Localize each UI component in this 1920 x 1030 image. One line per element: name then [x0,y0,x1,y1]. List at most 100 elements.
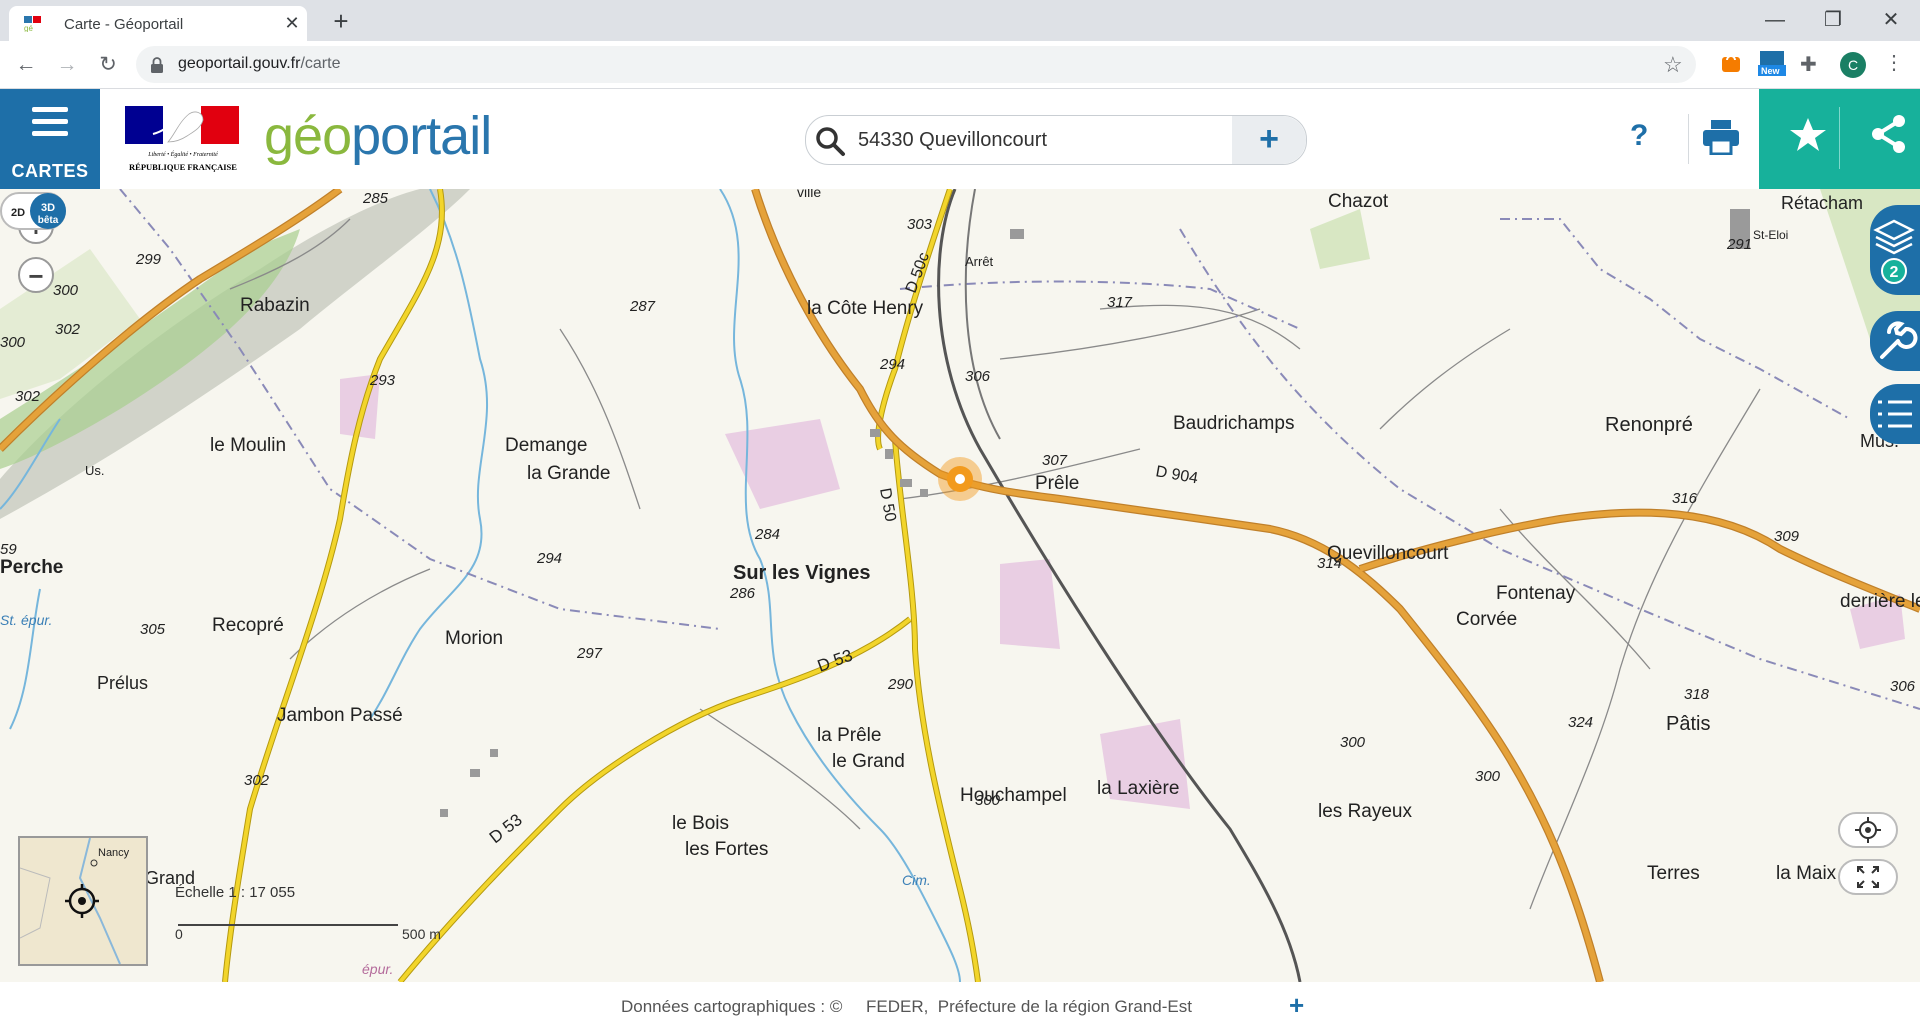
zoom-out-button[interactable]: − [18,257,54,293]
overview-map[interactable]: Nancy [18,836,148,966]
mode-2d-label[interactable]: 2D [11,207,25,219]
place-label: Sur les Vignes [733,562,870,584]
place-label: Demange [505,435,587,456]
elevation-label: 306 [965,368,991,385]
elevation-label: 300 [975,792,1001,809]
place-label: Morion [445,628,503,649]
elevation-label: 291 [1726,236,1752,253]
place-label: épur. [362,961,393,977]
elevation-label: 317 [1107,294,1133,311]
place-label: St. épur. [0,612,52,628]
geolocate-button[interactable] [1838,812,1898,848]
place-label: Rétacham [1781,193,1863,213]
window-close-icon[interactable]: ✕ [1871,5,1911,35]
place-label: Pâtis [1666,713,1710,735]
fullscreen-button[interactable] [1838,859,1898,895]
back-icon[interactable]: ← [12,51,40,79]
restore-icon[interactable]: ❐ [1813,5,1853,35]
road-label: D 50 [876,487,899,523]
road-label: D 53 [486,810,526,847]
new-extension-icon[interactable]: New [1757,49,1787,79]
road-label: D 50c [903,250,933,295]
place-label: le Moulin [210,435,286,456]
place-label: Cim. [902,872,931,888]
profile-avatar[interactable]: C [1840,52,1866,78]
elevation-label: 303 [907,216,933,233]
place-label: Corvée [1456,609,1517,630]
lock-icon [151,57,163,73]
search-box[interactable]: 54330 Quevilloncourt + [805,115,1307,165]
topographic-map[interactable]: Chazot Rétacham Rabazin la Côte Henry Arrêt B… [0,189,1920,982]
mode-beta-label: bêta [38,215,59,226]
elevation-label: 59 [0,541,17,558]
browser-menu-icon[interactable]: ⋮ [1884,50,1904,75]
favorites-star-icon[interactable] [1789,116,1827,154]
user-actions-panel [1759,89,1920,189]
elevation-label: 302 [55,321,81,338]
hamburger-icon [32,107,68,143]
tools-button[interactable] [1870,311,1920,371]
place-label: Jambon Passé [277,705,403,726]
elevation-label: 305 [140,621,166,638]
legend-button[interactable] [1870,384,1920,444]
address-bar[interactable]: geoportail.gouv.fr/carte ☆ [136,46,1696,83]
map-labels: Chazot Rétacham Rabazin la Côte Henry Arrêt B… [0,189,1920,977]
elevation-label: 290 [887,676,914,693]
location-marker-center [955,474,965,484]
forward-icon[interactable]: → [53,51,81,79]
elevation-label: 306 [1890,678,1916,695]
elevation-label: 300 [0,334,26,351]
header-divider [1688,114,1689,164]
elevation-label: 307 [1042,452,1068,469]
attribution-expand-button[interactable]: + [1289,990,1304,1021]
help-button[interactable]: ? [1630,119,1648,153]
2d-3d-toggle[interactable]: 2D 3D bêta [0,189,66,233]
place-label: Prêle [1035,473,1079,494]
advanced-search-button[interactable]: + [1232,116,1306,164]
place-label: les Rayeux [1318,801,1412,822]
search-icon[interactable] [814,125,846,157]
search-input[interactable]: 54330 Quevilloncourt [858,129,1047,152]
elevation-label: 302 [244,772,270,789]
brand-g: g [264,106,294,166]
minimize-icon[interactable]: — [1755,5,1795,35]
browser-toolbar: ← → ↻ geoportail.gouv.fr/carte ☆ New ✚ C… [0,41,1920,89]
reload-icon[interactable]: ↻ [94,51,122,79]
elevation-label: 285 [362,190,389,207]
share-icon[interactable] [1869,114,1907,154]
elevation-label: 297 [576,645,603,662]
print-icon[interactable] [1702,119,1740,155]
mode-3d-label[interactable]: 3D [41,202,55,214]
elevation-label: 287 [629,298,656,315]
map-viewport[interactable]: Chazot Rétacham Rabazin la Côte Henry Arrêt B… [0,189,1920,982]
rf-name: RÉPUBLIQUE FRANÇAISE [129,162,237,172]
place-label: les Fortes [685,839,768,860]
elevation-label: 324 [1568,714,1593,731]
elevation-label: 318 [1684,686,1710,703]
new-badge: New [1761,66,1781,76]
new-tab-button[interactable]: + [326,6,356,36]
overview-border [20,867,51,939]
layers-button[interactable]: 2 [1870,205,1920,295]
scale-start-label: 0 [175,926,183,942]
url-text: geoportail.gouv.fr/carte [178,55,340,73]
browser-tab[interactable]: gé Carte - Géoportail ✕ [9,6,307,41]
place-label: derrière le Haut [1840,591,1920,612]
cartes-menu-button[interactable]: CARTES [0,89,100,189]
elevation-label: 300 [1340,734,1366,751]
extensions-puzzle-icon[interactable]: ✚ [1800,52,1822,76]
shopping-extension-icon[interactable] [1720,52,1742,74]
geoportail-logo[interactable]: géoportail [264,105,492,167]
place-label: Fontenay [1496,583,1576,604]
bookmark-star-icon[interactable]: ☆ [1663,52,1683,78]
elevation-label: 293 [369,372,396,389]
list-icon [1878,400,1912,428]
place-label: Chazot [1328,191,1389,212]
elevation-label: 309 [1774,528,1800,545]
tab-close-icon[interactable]: ✕ [281,12,303,34]
republique-francaise-logo: Liberté • Égalité • Fraternité RÉPUBLIQU… [125,106,239,172]
place-label: Prélus [97,673,148,693]
brand-rest: portail [351,106,492,166]
elevation-label: 314 [1317,555,1342,572]
url-path: /carte [300,55,341,72]
